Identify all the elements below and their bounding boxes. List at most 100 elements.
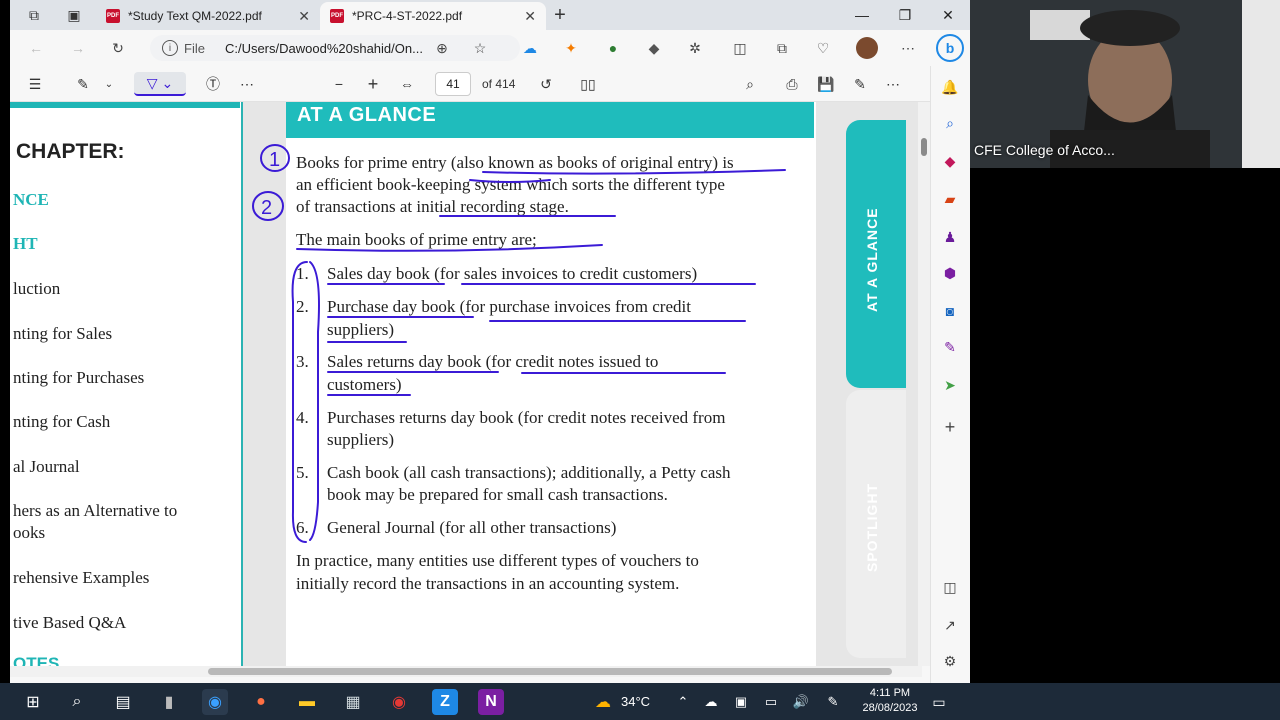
clock[interactable]: 4:11 PM 28/08/2023 <box>855 686 925 716</box>
send-icon[interactable]: ➤ <box>939 374 961 396</box>
toc-item[interactable]: nting for Cash <box>13 412 110 432</box>
open-external-icon[interactable]: ↗ <box>939 614 961 636</box>
sidebar-toggle-icon[interactable]: ◫ <box>939 576 961 598</box>
new-tab-icon[interactable]: + <box>550 4 570 26</box>
pen-icon[interactable]: ✎ <box>820 689 846 715</box>
minimize-icon[interactable]: — <box>852 5 872 25</box>
browser-essentials-icon[interactable]: ♡ <box>813 38 833 58</box>
toc-item[interactable]: nting for Purchases <box>13 368 144 388</box>
back-icon[interactable]: ← <box>26 38 46 58</box>
scroll-thumb[interactable] <box>208 668 892 675</box>
search-taskbar-icon[interactable]: ⌕ <box>64 689 90 715</box>
tab-actions-icon[interactable]: ▣ <box>64 5 84 25</box>
designer-icon[interactable]: ✎ <box>939 336 961 358</box>
toc-item[interactable]: luction <box>13 279 60 299</box>
fit-page-icon[interactable]: ⇔ <box>396 74 418 94</box>
extension-orange-icon[interactable]: ✦ <box>561 38 581 58</box>
more-menu-icon[interactable]: ⋯ <box>898 38 918 58</box>
collections-icon[interactable]: ⧉ <box>772 38 792 58</box>
onedrive-icon[interactable]: ☁ <box>698 689 724 715</box>
restore-icon[interactable]: ❐ <box>895 5 915 25</box>
file-explorer-icon[interactable]: ▬ <box>294 689 320 715</box>
pdf-viewer[interactable]: CHAPTER: NCE HT luction nting for Sales … <box>10 102 922 666</box>
highlight-icon[interactable]: ✎ <box>72 74 94 94</box>
draw-tool-button[interactable]: ▽ ⌄ <box>134 72 186 96</box>
toc-item[interactable]: nting for Sales <box>13 324 112 344</box>
office-icon[interactable]: ⬢ <box>939 262 961 284</box>
rotate-icon[interactable]: ↺ <box>535 74 557 94</box>
notifications-icon[interactable]: ▭ <box>926 689 952 715</box>
print-icon[interactable]: ⎙ <box>781 74 803 94</box>
toc-item[interactable]: OTES <box>13 654 59 666</box>
calculator-icon[interactable]: ▦ <box>340 689 366 715</box>
toc-item[interactable]: hers as an Alternative to <box>13 501 177 521</box>
tools-icon[interactable]: ▰ <box>939 188 961 210</box>
copilot-icon[interactable]: b <box>936 34 964 62</box>
games-icon[interactable]: ♟ <box>939 226 961 248</box>
battery-icon[interactable]: ▭ <box>758 689 784 715</box>
scroll-thumb[interactable] <box>921 138 927 156</box>
edge-icon[interactable]: ◉ <box>202 689 228 715</box>
text-tool-icon[interactable]: Ⓣ <box>202 74 224 94</box>
forward-icon[interactable]: → <box>68 38 88 58</box>
temperature[interactable]: 34°C <box>621 694 650 709</box>
tab-prc[interactable]: PDF *PRC-4-ST-2022.pdf ✕ <box>320 2 546 30</box>
display-icon[interactable]: ▣ <box>728 689 754 715</box>
search-sidebar-icon[interactable]: ⌕ <box>939 112 961 134</box>
save-as-icon[interactable]: ✎ <box>849 74 871 94</box>
spotlight-tab[interactable]: SPOTLIGHT <box>846 390 906 658</box>
onenote-icon[interactable]: N <box>478 689 504 715</box>
favorite-star-icon[interactable]: ☆ <box>470 38 490 58</box>
settings-gear-icon[interactable]: ⚙ <box>939 650 961 672</box>
extension-gray-icon[interactable]: ◆ <box>644 38 664 58</box>
start-icon[interactable]: ⊞ <box>20 689 46 715</box>
profile-avatar[interactable] <box>856 37 878 59</box>
annotation-circle-2 <box>252 191 284 221</box>
extensions-puzzle-icon[interactable]: ✲ <box>685 38 705 58</box>
add-sidebar-icon[interactable]: + <box>939 416 961 438</box>
toc-item[interactable]: al Journal <box>13 457 80 477</box>
workspaces-icon[interactable]: ⧉ <box>24 5 44 25</box>
toc-item[interactable]: HT <box>13 234 38 254</box>
tab-study-text[interactable]: PDF *Study Text QM-2022.pdf ✕ <box>96 2 320 30</box>
close-window-icon[interactable]: ✕ <box>938 5 958 25</box>
refresh-icon[interactable]: ↻ <box>108 38 128 58</box>
highlight-dropdown-icon[interactable]: ⌄ <box>98 74 120 94</box>
search-icon[interactable]: ⌕ <box>739 74 761 94</box>
chrome-icon[interactable]: ◉ <box>386 689 412 715</box>
bell-icon[interactable]: 🔔 <box>939 76 961 98</box>
at-a-glance-tab[interactable]: AT A GLANCE <box>846 120 906 388</box>
url-field[interactable]: i File C:/Users/Dawood%20shahid/On... <box>150 35 520 61</box>
outlook-icon[interactable]: ◙ <box>939 300 961 322</box>
more-tools-icon[interactable]: ⋯ <box>236 74 258 94</box>
close-tab-icon[interactable]: ✕ <box>298 8 310 25</box>
toc-item[interactable]: rehensive Examples <box>13 568 149 588</box>
shopping-icon[interactable]: ◆ <box>939 150 961 172</box>
contents-icon[interactable]: ☰ <box>24 74 46 94</box>
app-phone-icon[interactable]: ▮ <box>156 689 182 715</box>
zoom-icon[interactable]: ⊕ <box>432 38 452 58</box>
extension-green-icon[interactable]: ● <box>603 38 623 58</box>
weather-icon[interactable]: ☁ <box>590 689 616 715</box>
toc-item[interactable]: NCE <box>13 190 49 210</box>
toc-item[interactable]: ooks <box>13 523 45 543</box>
firefox-icon[interactable]: ● <box>248 689 274 715</box>
close-tab-icon[interactable]: ✕ <box>524 8 536 25</box>
toc-item[interactable]: tive Based Q&A <box>13 613 126 633</box>
page-number-input[interactable]: 41 <box>435 72 471 96</box>
save-icon[interactable]: 💾 <box>815 74 837 94</box>
cloud-extension-icon[interactable]: ☁ <box>520 38 540 58</box>
vertical-scrollbar[interactable] <box>918 102 930 666</box>
volume-icon[interactable]: 🔊 <box>788 689 814 715</box>
zoom-out-icon[interactable]: − <box>328 74 350 94</box>
task-view-icon[interactable]: ▤ <box>110 689 136 715</box>
info-icon[interactable]: i <box>162 40 178 56</box>
split-screen-icon[interactable]: ◫ <box>730 38 750 58</box>
tray-chevron-icon[interactable]: ⌃ <box>670 689 696 715</box>
pdf-more-icon[interactable]: ⋯ <box>882 74 904 94</box>
zoom-app-icon[interactable]: Z <box>432 689 458 715</box>
zoom-in-icon[interactable]: + <box>362 74 384 94</box>
horizontal-scrollbar[interactable] <box>10 666 922 677</box>
pdf-file-icon: PDF <box>330 9 344 23</box>
page-view-icon[interactable]: ▯▯ <box>577 74 599 94</box>
